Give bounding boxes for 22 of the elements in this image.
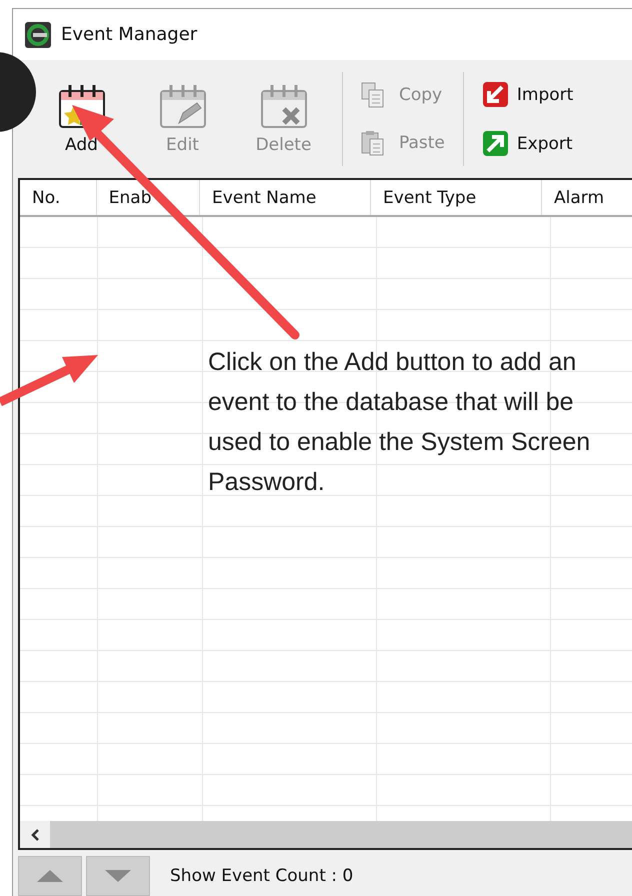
window-title: Event Manager [61,24,198,45]
import-button[interactable]: Import [472,77,584,112]
clipboard-icon [361,130,385,156]
triangle-up-icon [37,870,63,882]
arrow-up-right-icon [482,130,509,157]
column-header[interactable]: Event Name [200,180,372,215]
column-header[interactable]: Enab [96,180,200,215]
app-logo-icon [25,22,51,48]
column-header[interactable]: Alarm [542,180,632,215]
column-header[interactable]: Event Type [371,180,542,215]
move-up-button[interactable] [18,856,82,896]
event-count-label: Show Event Count : 0 [170,866,354,886]
triangle-down-icon [105,870,131,882]
chevron-left-icon [30,828,40,840]
export-button[interactable]: Export [472,126,584,161]
scroll-left-button[interactable] [20,821,50,848]
column-header[interactable]: No. [20,180,97,215]
horizontal-scrollbar[interactable] [20,821,632,848]
move-down-button[interactable] [86,856,150,896]
copy-icon [361,82,385,108]
arrow-down-left-icon [482,81,509,108]
annotation-text: Click on the Add button to add an event to the database that will be used to enable the System Screen Password. [208,347,592,498]
